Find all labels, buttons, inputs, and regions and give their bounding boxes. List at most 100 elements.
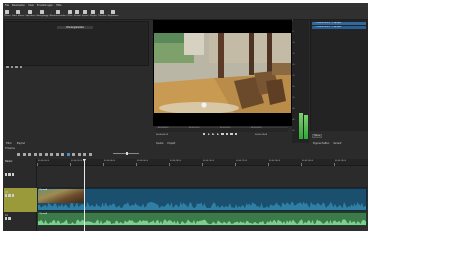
- scrub-tick: 00:00:02:00: [220, 127, 231, 129]
- timeline-ruler[interactable]: 00:00:00:00 00:00:02:00 00:00:04:00 00:00:0…: [37, 159, 368, 166]
- split-icon[interactable]: [61, 152, 64, 156]
- cut-icon[interactable]: [22, 152, 26, 156]
- ruler-label: 00:00:12:00: [236, 160, 247, 162]
- timeline-title: Timeline: [5, 147, 15, 150]
- ripple-icon[interactable]: [77, 152, 81, 156]
- zoom-in-icon[interactable]: [88, 152, 92, 156]
- grid-icon[interactable]: [230, 133, 233, 136]
- properties-row[interactable]: C:/Users/VIDEO/.../Clip.mp4: [312, 26, 366, 30]
- add-icon[interactable]: [6, 65, 9, 69]
- ruler-label: 00:00:06:00: [137, 160, 148, 162]
- toolbar-undo-button[interactable]: Rückgängig: [37, 9, 48, 17]
- current-timecode[interactable]: 00:00:00:12: [156, 134, 168, 136]
- tab-history[interactable]: Verlauf: [333, 142, 341, 145]
- remove-icon[interactable]: [10, 65, 14, 69]
- meter-scale-label: -45: [292, 120, 295, 121]
- remove-icon[interactable]: [44, 152, 48, 156]
- scrubber-ticks: 00:00:00:00 00:00:01:00 00:00:02:00 00:0…: [156, 127, 288, 132]
- meter-scale-label: -50: [292, 131, 295, 132]
- tab-source[interactable]: Quelle: [156, 142, 163, 145]
- zoom-out-icon[interactable]: [83, 152, 86, 156]
- timeline-icon: [100, 10, 105, 14]
- hide-icon[interactable]: [8, 173, 11, 176]
- toolbar-keyframes-button[interactable]: Keyframes: [108, 9, 118, 17]
- track-header-v1[interactable]: V1: [4, 191, 36, 197]
- lift-icon[interactable]: [50, 152, 53, 156]
- zoom-icon[interactable]: [235, 133, 238, 136]
- hide-icon[interactable]: [8, 194, 11, 197]
- playhead[interactable]: [84, 159, 85, 231]
- ruler-label: 00:00:04:00: [104, 160, 115, 162]
- properties-row[interactable]: C:/Users/VIDEO/.../Clip.mp4: [312, 22, 366, 26]
- transport-controls: [203, 133, 238, 136]
- lock-icon[interactable]: [8, 217, 11, 220]
- save-icon: [28, 10, 33, 14]
- paste-icon[interactable]: [33, 152, 37, 156]
- undo-icon: [40, 10, 45, 14]
- scrub-tick: 00:00:01:00: [189, 127, 200, 129]
- volume-icon[interactable]: [225, 133, 229, 136]
- lock-icon[interactable]: [11, 173, 15, 176]
- duration-timecode: 00:00:15:00: [255, 134, 268, 136]
- skip-start-icon[interactable]: [203, 133, 206, 136]
- tab-filter[interactable]: Filter: [6, 142, 12, 145]
- snap-icon[interactable]: [66, 152, 70, 156]
- skip-end-icon[interactable]: [221, 133, 224, 136]
- meter-bars: [298, 21, 309, 141]
- ruler-label: 00:00:02:00: [71, 160, 82, 162]
- video-clip-label: Clip.mp4: [39, 188, 47, 191]
- export-icon: [83, 10, 88, 14]
- fast-forward-icon[interactable]: [216, 133, 220, 136]
- video-clip-waveform: [38, 201, 366, 210]
- empty-track[interactable]: [37, 166, 368, 188]
- toolbar-open-file-button[interactable]: Datei öffnen: [12, 9, 24, 17]
- tab-properties[interactable]: Eigenschaften: [313, 142, 329, 145]
- menu-icon[interactable]: [19, 65, 23, 69]
- ruler-label: 00:00:16:00: [302, 160, 313, 162]
- append-icon[interactable]: [39, 152, 42, 156]
- ruler-label: 00:00:18:00: [335, 160, 346, 162]
- tab-project[interactable]: Projekt: [167, 142, 175, 145]
- zoom-slider-handle[interactable]: [126, 152, 128, 155]
- meter-scale-label: -5: [292, 32, 294, 33]
- meter-scale-label: -10: [292, 43, 295, 44]
- video-frame: [154, 33, 291, 113]
- meter-scale-label: 0: [292, 21, 294, 22]
- left-tabs: Filter Playlist: [6, 142, 25, 145]
- toolbar-open-button[interactable]: Öffnen: [4, 9, 11, 17]
- mute-icon[interactable]: [5, 194, 8, 197]
- track-header-a1[interactable]: A1: [4, 214, 36, 220]
- keyframes-icon: [111, 10, 116, 14]
- scrub-tick: 00:00:03:00: [251, 127, 262, 129]
- tab-playlist[interactable]: Playlist: [17, 142, 25, 145]
- update-icon[interactable]: [15, 65, 18, 69]
- video-clip[interactable]: [37, 188, 367, 211]
- track-header-master[interactable]: Master: [4, 160, 36, 163]
- redo-icon: [55, 10, 60, 14]
- rewind-icon[interactable]: [207, 133, 210, 136]
- menu-icon[interactable]: [17, 152, 20, 156]
- toolbar-history-button[interactable]: Verlauf: [74, 9, 81, 17]
- properties-open-button[interactable]: Öffnen: [312, 134, 322, 138]
- play-icon[interactable]: [212, 133, 215, 136]
- open-file-icon: [16, 10, 21, 14]
- toolbar-redo-button[interactable]: Wiederherstellen: [49, 9, 66, 17]
- audio-clip[interactable]: [37, 212, 367, 226]
- copy-icon[interactable]: [28, 152, 31, 156]
- overwrite-icon[interactable]: [55, 152, 59, 156]
- mute-icon[interactable]: [5, 173, 8, 176]
- meter-scale-label: -40: [292, 109, 295, 110]
- toolbar-playlist-button[interactable]: Playlist: [90, 9, 97, 17]
- ruler-label: 00:00:00:00: [38, 160, 49, 162]
- lock-icon[interactable]: [11, 194, 15, 197]
- track-header-empty[interactable]: [4, 173, 36, 176]
- mute-icon[interactable]: [5, 217, 8, 220]
- scrub-icon[interactable]: [72, 152, 75, 156]
- properties-panel: [310, 20, 368, 132]
- toolbar-filter-button[interactable]: Filter: [68, 9, 73, 17]
- toolbar-export-button[interactable]: Export: [82, 9, 89, 17]
- toolbar-save-button[interactable]: Speichern: [25, 9, 35, 17]
- viewer-tabs: Quelle Projekt: [156, 142, 175, 145]
- toolbar-timeline-button[interactable]: Timeline: [98, 9, 107, 17]
- playlist-icon: [91, 10, 96, 14]
